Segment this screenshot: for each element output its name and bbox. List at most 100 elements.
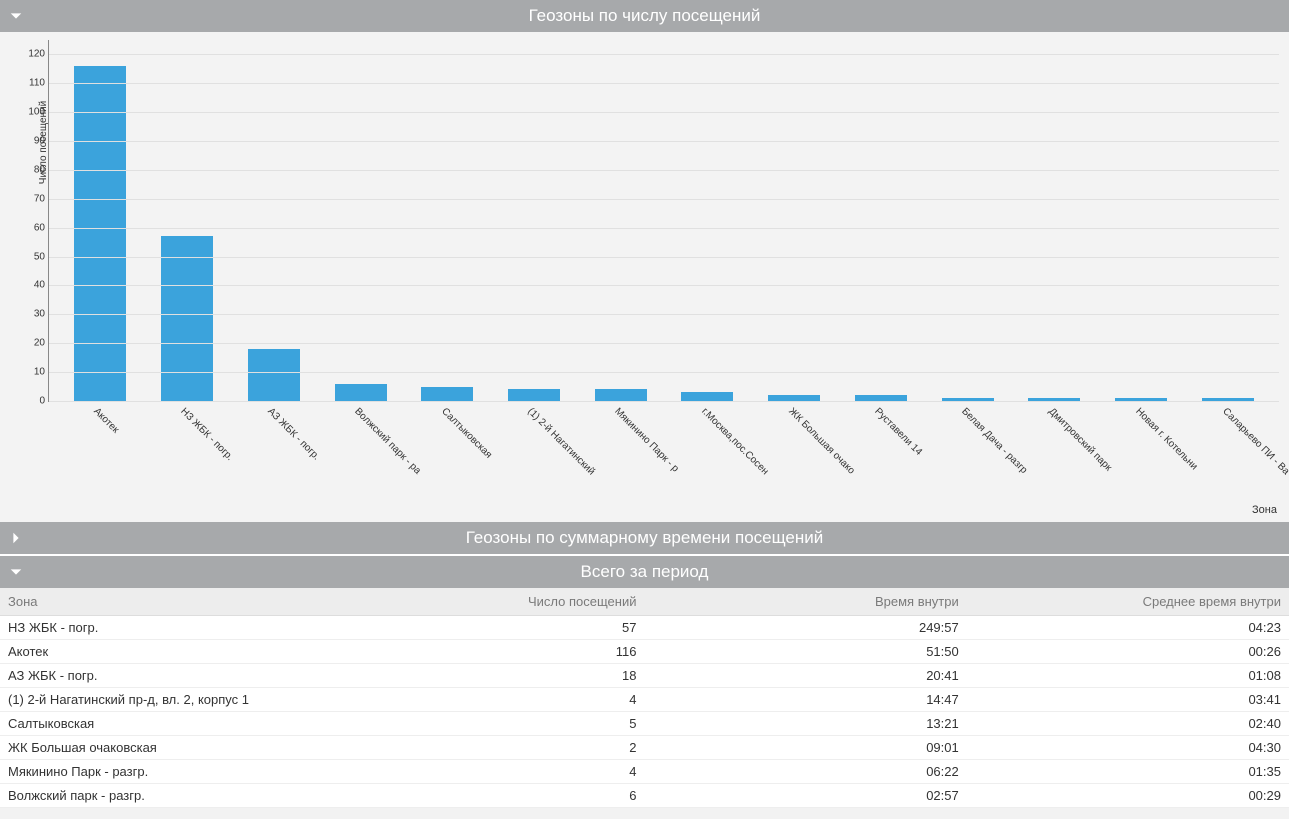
cell-visits: 5 [438, 712, 644, 736]
table-row[interactable]: Мякинино Парк - разгр.406:2201:35 [0, 760, 1289, 784]
bar-slot [577, 40, 664, 401]
chevron-down-icon [8, 8, 24, 24]
table-row[interactable]: НЗ ЖБК - погр.57249:5704:23 [0, 616, 1289, 640]
cell-zone: АЗ ЖБК - погр. [0, 664, 438, 688]
y-tick-label: 120 [21, 49, 45, 60]
col-zone[interactable]: Зона [0, 588, 438, 616]
y-tick-label: 100 [21, 107, 45, 118]
col-time[interactable]: Время внутри [644, 588, 966, 616]
cell-visits: 2 [438, 736, 644, 760]
table-row[interactable]: Волжский парк - разгр.602:5700:29 [0, 784, 1289, 808]
table-row[interactable]: АЗ ЖБК - погр.1820:4101:08 [0, 664, 1289, 688]
section-header-chart[interactable]: Геозоны по числу посещений [0, 0, 1289, 32]
y-tick-label: 50 [21, 251, 45, 262]
cell-visits: 4 [438, 760, 644, 784]
y-tick-label: 110 [21, 78, 45, 89]
bar-slot [837, 40, 924, 401]
x-axis-title: Зона [1252, 504, 1277, 516]
cell-zone: Салтыковская [0, 712, 438, 736]
cell-time: 02:57 [644, 784, 966, 808]
cell-visits: 116 [438, 640, 644, 664]
section-header-collapsed[interactable]: Геозоны по суммарному времени посещений [0, 522, 1289, 554]
table-row[interactable]: (1) 2-й Нагатинский пр-д, вл. 2, корпус … [0, 688, 1289, 712]
section-title: Геозоны по числу посещений [529, 6, 761, 25]
gridline [49, 199, 1279, 200]
y-tick-label: 40 [21, 280, 45, 291]
cell-avg: 01:35 [967, 760, 1289, 784]
bar[interactable] [421, 387, 473, 401]
bar-slot [1098, 40, 1185, 401]
bar-slot [144, 40, 231, 401]
table-header-row: Зона Число посещений Время внутри Средне… [0, 588, 1289, 616]
gridline [49, 343, 1279, 344]
y-tick-label: 10 [21, 367, 45, 378]
bar-slot [230, 40, 317, 401]
cell-avg: 01:08 [967, 664, 1289, 688]
bar[interactable] [595, 389, 647, 401]
cell-time: 13:21 [644, 712, 966, 736]
bar-slot [751, 40, 838, 401]
bar[interactable] [508, 389, 560, 401]
cell-visits: 18 [438, 664, 644, 688]
bar[interactable] [681, 392, 733, 401]
x-tick-label: НЗ ЖБК - погр. [178, 406, 235, 463]
col-visits[interactable]: Число посещений [438, 588, 644, 616]
gridline [49, 257, 1279, 258]
table-row[interactable]: Салтыковская513:2102:40 [0, 712, 1289, 736]
bar-slot [664, 40, 751, 401]
x-tick-label: Руставели 14 [873, 406, 925, 458]
x-tick-label: Акотек [92, 406, 122, 436]
gridline [49, 285, 1279, 286]
cell-time: 09:01 [644, 736, 966, 760]
section-header-totals[interactable]: Всего за период [0, 556, 1289, 588]
table-row[interactable]: ЖК Большая очаковская209:0104:30 [0, 736, 1289, 760]
cell-zone: ЖК Большая очаковская [0, 736, 438, 760]
gridline [49, 83, 1279, 84]
y-tick-label: 30 [21, 309, 45, 320]
chart-container: Число посещений 010203040506070809010011… [0, 32, 1289, 522]
col-avg[interactable]: Среднее время внутри [967, 588, 1289, 616]
cell-visits: 4 [438, 688, 644, 712]
cell-time: 06:22 [644, 760, 966, 784]
totals-table: Зона Число посещений Время внутри Средне… [0, 588, 1289, 808]
x-tick-label: АЗ ЖБК - погр. [265, 406, 321, 462]
x-tick-label: Салтыковская [439, 406, 494, 461]
bar-slot [57, 40, 144, 401]
section-title: Всего за период [581, 562, 709, 581]
table-row[interactable]: Акотек11651:5000:26 [0, 640, 1289, 664]
gridline [49, 54, 1279, 55]
chevron-right-icon [8, 530, 24, 546]
cell-visits: 6 [438, 784, 644, 808]
gridline [49, 112, 1279, 113]
bar[interactable] [335, 384, 387, 401]
chart-plot-area: 0102030405060708090100110120 [48, 40, 1279, 402]
cell-avg: 00:29 [967, 784, 1289, 808]
gridline [49, 141, 1279, 142]
y-tick-label: 90 [21, 136, 45, 147]
bar-slot [1011, 40, 1098, 401]
bar-slot [404, 40, 491, 401]
cell-time: 51:50 [644, 640, 966, 664]
y-tick-label: 70 [21, 193, 45, 204]
x-axis-labels: АкотекНЗ ЖБК - погр.АЗ ЖБК - погр.Волжск… [56, 402, 1271, 522]
bar[interactable] [161, 236, 213, 401]
y-tick-label: 0 [21, 396, 45, 407]
gridline [49, 314, 1279, 315]
bar-slot [1184, 40, 1271, 401]
cell-zone: Волжский парк - разгр. [0, 784, 438, 808]
bar[interactable] [74, 66, 126, 401]
bar-slot [924, 40, 1011, 401]
cell-time: 14:47 [644, 688, 966, 712]
cell-avg: 04:23 [967, 616, 1289, 640]
chevron-down-icon [8, 564, 24, 580]
bar[interactable] [248, 349, 300, 401]
cell-avg: 00:26 [967, 640, 1289, 664]
cell-avg: 04:30 [967, 736, 1289, 760]
cell-zone: Мякинино Парк - разгр. [0, 760, 438, 784]
cell-zone: (1) 2-й Нагатинский пр-д, вл. 2, корпус … [0, 688, 438, 712]
bar-slot [491, 40, 578, 401]
cell-zone: НЗ ЖБК - погр. [0, 616, 438, 640]
cell-avg: 03:41 [967, 688, 1289, 712]
gridline [49, 372, 1279, 373]
cell-time: 20:41 [644, 664, 966, 688]
